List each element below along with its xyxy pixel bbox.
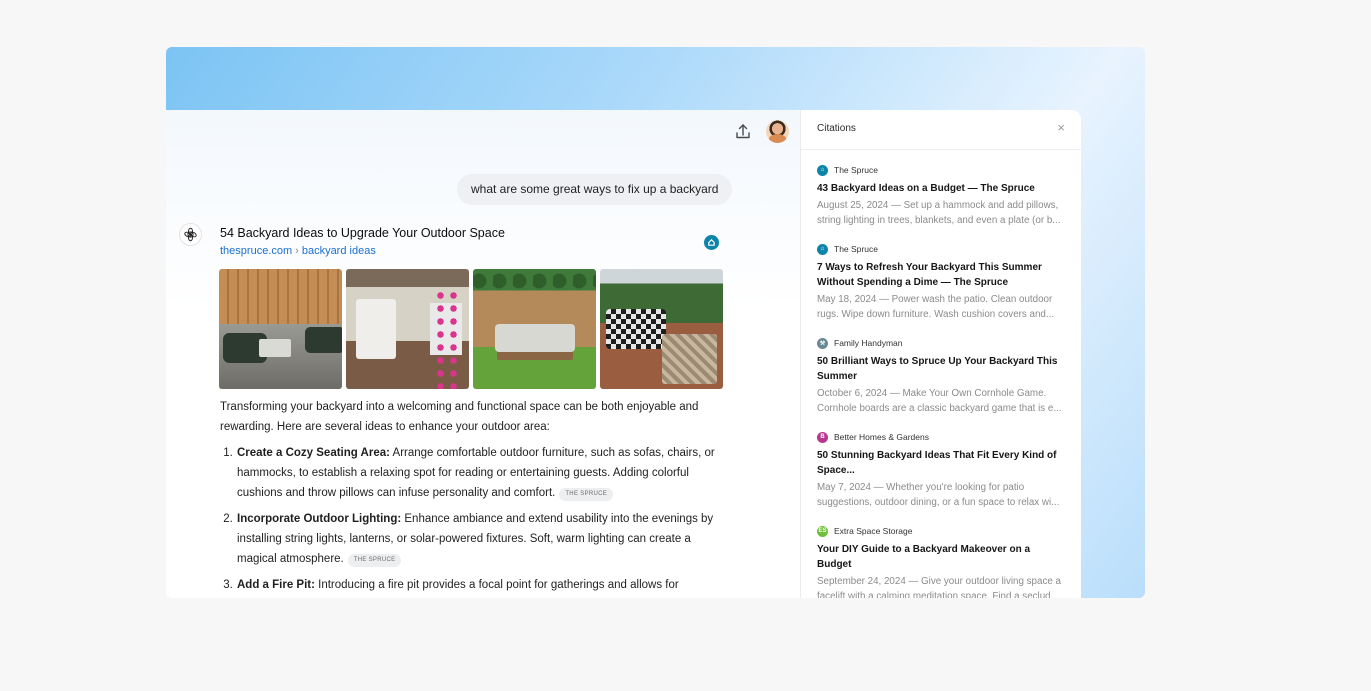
- citation-snippet: October 6, 2024 — Make Your Own Cornhole…: [817, 386, 1065, 416]
- idea-heading: Incorporate Outdoor Lighting:: [237, 513, 402, 525]
- source-name: Family Handyman: [834, 338, 903, 348]
- share-button[interactable]: [733, 122, 753, 142]
- search-result-title[interactable]: 54 Backyard Ideas to Upgrade Your Outdoo…: [220, 226, 505, 240]
- citation-title[interactable]: 43 Backyard Ideas on a Budget — The Spru…: [817, 181, 1065, 196]
- list-item: Incorporate Outdoor Lighting: Enhance am…: [236, 509, 720, 569]
- citations-panel: Citations × ⌂ The Spruce 43 Backyard Ide…: [800, 110, 1081, 598]
- result-path[interactable]: backyard ideas: [302, 245, 376, 257]
- result-image[interactable]: [600, 269, 723, 389]
- close-icon[interactable]: ×: [1057, 121, 1065, 135]
- snippet-line: rugs. Wipe down furniture. Wash cushion …: [817, 309, 1055, 320]
- citations-title: Citations: [817, 123, 856, 134]
- list-item: Create a Cozy Seating Area: Arrange comf…: [236, 443, 720, 503]
- user-avatar[interactable]: [766, 120, 789, 143]
- result-image-strip: [219, 269, 723, 389]
- citation-title[interactable]: 7 Ways to Refresh Your Backyard This Sum…: [817, 260, 1065, 290]
- result-image[interactable]: [219, 269, 342, 389]
- source-favicon-icon: ES: [817, 525, 828, 537]
- result-image[interactable]: [473, 269, 596, 389]
- assistant-logo-icon: [179, 223, 202, 246]
- citations-header: Citations ×: [801, 110, 1081, 150]
- citation-item[interactable]: ⚒ Family Handyman 50 Brilliant Ways to S…: [817, 336, 1065, 416]
- assistant-response: Transforming your backyard into a welcom…: [220, 397, 720, 598]
- idea-heading: Add a Fire Pit:: [237, 579, 315, 591]
- citation-item[interactable]: B Better Homes & Gardens 50 Stunning Bac…: [817, 430, 1065, 510]
- citation-item[interactable]: ES Extra Space Storage Your DIY Guide to…: [817, 524, 1065, 598]
- spruce-favicon-icon[interactable]: [704, 235, 719, 250]
- snippet-line: suggestions, outdoor dining, or a fun sp…: [817, 497, 1060, 508]
- source-favicon-icon: ⌂: [817, 164, 828, 176]
- citation-snippet: August 25, 2024 — Set up a hammock and a…: [817, 198, 1065, 228]
- source-favicon-icon: ⚒: [817, 337, 828, 349]
- citation-source: ⌂ The Spruce: [817, 242, 1065, 256]
- source-name: The Spruce: [834, 244, 878, 254]
- snippet-line: Cornhole boards are a classic backyard g…: [817, 403, 1062, 414]
- source-name: Extra Space Storage: [834, 526, 913, 536]
- breadcrumb-separator: ›: [295, 245, 299, 257]
- list-item: Add a Fire Pit: Introducing a fire pit p…: [236, 575, 720, 598]
- source-name: The Spruce: [834, 165, 878, 175]
- snippet-line: facelift with a calming meditation space…: [817, 591, 1059, 598]
- source-chip[interactable]: THE SPRUCE: [559, 488, 614, 501]
- search-result-url[interactable]: thespruce.com › backyard ideas: [220, 245, 376, 257]
- citation-snippet: May 18, 2024 — Power wash the patio. Cle…: [817, 292, 1065, 322]
- citation-item[interactable]: ⌂ The Spruce 43 Backyard Ideas on a Budg…: [817, 163, 1065, 228]
- share-icon: [736, 124, 750, 139]
- conversation-pane: what are some great ways to fix up a bac…: [166, 110, 800, 598]
- user-message: what are some great ways to fix up a bac…: [457, 174, 733, 205]
- source-name: Better Homes & Gardens: [834, 432, 929, 442]
- snippet-line: August 25, 2024 — Set up a hammock and a…: [817, 200, 1059, 211]
- response-intro: Transforming your backyard into a welcom…: [220, 401, 699, 433]
- citation-source: B Better Homes & Gardens: [817, 430, 1065, 444]
- snippet-line: May 7, 2024 — Whether you're looking for…: [817, 482, 1025, 493]
- citation-source: ES Extra Space Storage: [817, 524, 1065, 538]
- citation-source: ⚒ Family Handyman: [817, 336, 1065, 350]
- citation-title[interactable]: Your DIY Guide to a Backyard Makeover on…: [817, 542, 1065, 572]
- citation-title[interactable]: 50 Brilliant Ways to Spruce Up Your Back…: [817, 354, 1065, 384]
- citation-source: ⌂ The Spruce: [817, 163, 1065, 177]
- snippet-line: October 6, 2024 — Make Your Own Cornhole…: [817, 388, 1047, 399]
- result-image[interactable]: [346, 269, 469, 389]
- source-favicon-icon: ⌂: [817, 243, 828, 255]
- app-frame: what are some great ways to fix up a bac…: [166, 47, 1145, 598]
- source-chip[interactable]: THE SPRUCE: [347, 554, 402, 567]
- result-domain[interactable]: thespruce.com: [220, 245, 292, 257]
- snippet-line: string lighting in trees, blankets, and …: [817, 215, 1061, 226]
- source-favicon-icon: B: [817, 431, 828, 443]
- idea-heading: Create a Cozy Seating Area:: [237, 447, 390, 459]
- citation-snippet: September 24, 2024 — Give your outdoor l…: [817, 574, 1065, 598]
- citations-list: ⌂ The Spruce 43 Backyard Ideas on a Budg…: [801, 150, 1081, 598]
- snippet-line: May 18, 2024 — Power wash the patio. Cle…: [817, 294, 1053, 305]
- snippet-line: September 24, 2024 — Give your outdoor l…: [817, 576, 1061, 587]
- ideas-list: Create a Cozy Seating Area: Arrange comf…: [220, 443, 720, 598]
- citation-item[interactable]: ⌂ The Spruce 7 Ways to Refresh Your Back…: [817, 242, 1065, 322]
- citation-snippet: May 7, 2024 — Whether you're looking for…: [817, 480, 1065, 510]
- chat-window: what are some great ways to fix up a bac…: [166, 110, 1081, 598]
- citation-title[interactable]: 50 Stunning Backyard Ideas That Fit Ever…: [817, 448, 1065, 478]
